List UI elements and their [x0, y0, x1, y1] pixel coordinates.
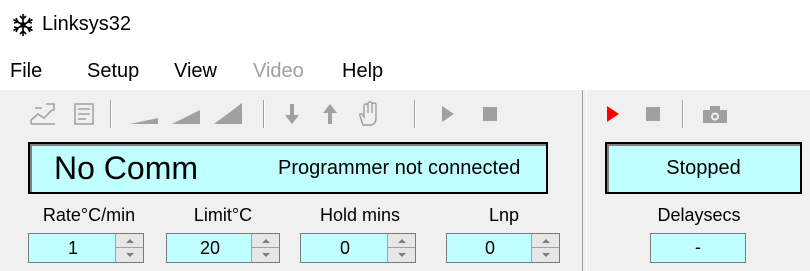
status-display: No Comm Programmer not connected: [28, 142, 548, 194]
delay-field[interactable]: -: [650, 233, 746, 263]
hold-increment-button[interactable]: [388, 234, 415, 248]
lnp-value[interactable]: 0: [447, 238, 533, 259]
menu-setup[interactable]: Setup: [87, 60, 139, 83]
limit-increment-button[interactable]: [252, 234, 279, 248]
window-title: Linksys32: [42, 13, 131, 35]
stop-icon[interactable]: [477, 98, 503, 130]
rate-stepper[interactable]: 1: [28, 233, 144, 263]
limit-value[interactable]: 20: [167, 238, 253, 259]
toolbar-separator: [110, 100, 112, 128]
spin-down-icon: [541, 253, 550, 257]
run-state-display: Stopped: [605, 142, 802, 194]
menu-bar: File Setup View Video Help: [0, 56, 810, 90]
menu-help[interactable]: Help: [342, 60, 383, 83]
lnp-label: Lnp: [488, 205, 520, 225]
hold-spin-buttons: [387, 234, 415, 262]
hold-decrement-button[interactable]: [388, 248, 415, 262]
lnp-spin-buttons: [531, 234, 559, 262]
spin-up-icon: [397, 238, 406, 243]
limit-stepper[interactable]: 20: [166, 233, 280, 263]
profile-edit-icon[interactable]: [27, 98, 59, 130]
spin-down-icon: [125, 253, 134, 257]
lnp-increment-button[interactable]: [532, 234, 559, 248]
hold-stepper[interactable]: 0: [300, 233, 416, 263]
ramp-high-icon[interactable]: [209, 98, 247, 130]
toolbar-separator: [682, 100, 684, 128]
spin-down-icon: [397, 253, 406, 257]
camera-icon[interactable]: [698, 98, 732, 130]
toolbar-separator: [263, 100, 265, 128]
lnp-decrement-button[interactable]: [532, 248, 559, 262]
arrow-down-icon[interactable]: [279, 98, 305, 130]
play-icon[interactable]: [599, 98, 625, 130]
spin-up-icon: [541, 238, 550, 243]
hold-label: Hold mins: [319, 205, 401, 225]
menu-file[interactable]: File: [10, 60, 42, 83]
status-message: Programmer not connected: [278, 157, 521, 179]
menu-video[interactable]: Video: [253, 60, 304, 83]
title-bar: Linksys32: [0, 0, 810, 52]
rate-increment-button[interactable]: [116, 234, 143, 248]
snowflake-icon: [10, 12, 36, 38]
limit-spin-buttons: [251, 234, 279, 262]
delay-value[interactable]: -: [651, 237, 745, 258]
rate-label: Rate°C/min: [42, 205, 136, 225]
limit-decrement-button[interactable]: [252, 248, 279, 262]
spin-up-icon: [261, 238, 270, 243]
profile-list-icon[interactable]: [68, 98, 100, 130]
rate-spin-buttons: [115, 234, 143, 262]
ramp-low-icon[interactable]: [125, 98, 163, 130]
delay-label: Delaysecs: [657, 205, 741, 225]
hold-value[interactable]: 0: [301, 238, 389, 259]
comm-status: No Comm: [54, 150, 199, 186]
ramp-mid-icon[interactable]: [167, 98, 205, 130]
rate-decrement-button[interactable]: [116, 248, 143, 262]
spin-down-icon: [261, 253, 270, 257]
lnp-stepper[interactable]: 0: [446, 233, 560, 263]
stop-icon[interactable]: [640, 98, 666, 130]
toolbar-separator: [414, 100, 416, 128]
menu-view[interactable]: View: [174, 60, 217, 83]
spin-up-icon: [125, 238, 134, 243]
rate-value[interactable]: 1: [29, 238, 117, 259]
run-state: Stopped: [666, 157, 741, 179]
arrow-up-icon[interactable]: [317, 98, 343, 130]
limit-label: Limit°C: [193, 205, 253, 225]
hand-hold-icon[interactable]: [353, 98, 383, 130]
play-icon[interactable]: [434, 98, 460, 130]
